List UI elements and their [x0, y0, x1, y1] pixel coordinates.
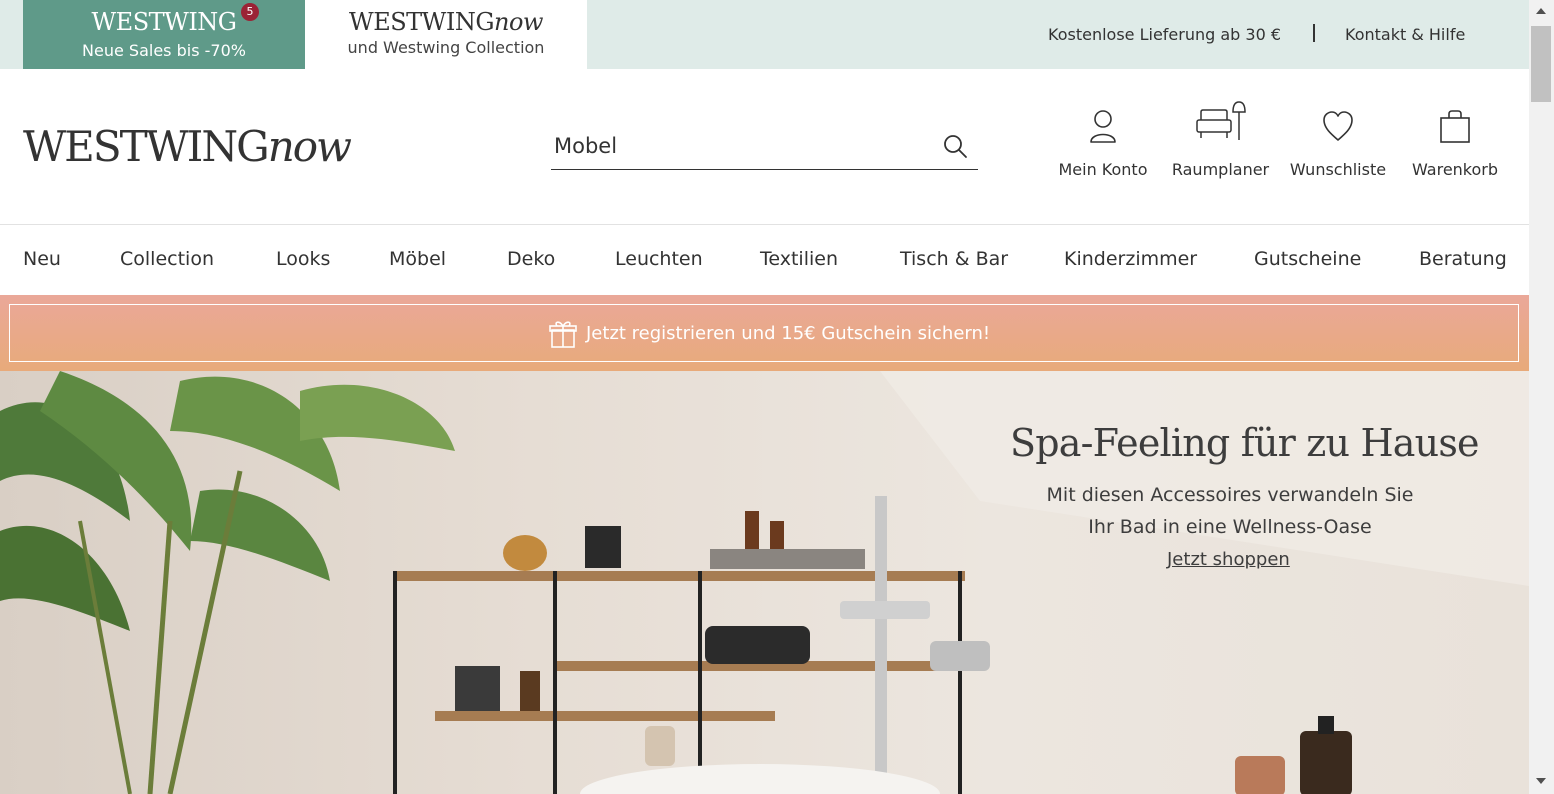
- site-logo[interactable]: WESTWINGnow: [23, 122, 352, 171]
- sales-tab-brand: WESTWING: [91, 8, 237, 36]
- scroll-up-arrow-icon[interactable]: [1536, 8, 1546, 14]
- logo-main: WESTWING: [23, 122, 270, 171]
- now-tab-brand-italic: now: [494, 8, 543, 36]
- nav-item-looks[interactable]: Looks: [276, 248, 330, 270]
- now-tab-brand: WESTWINGnow: [305, 8, 587, 36]
- nav-item-beratung[interactable]: Beratung: [1419, 248, 1507, 270]
- sales-count-badge: 5: [241, 3, 259, 21]
- nav-item-tisch-bar[interactable]: Tisch & Bar: [900, 248, 1008, 270]
- hero-shop-now-link[interactable]: Jetzt shoppen: [1167, 549, 1290, 570]
- sales-tab-subtitle: Neue Sales bis -70%: [82, 41, 246, 60]
- hero-banner[interactable]: Spa-Feeling für zu Hause Mit diesen Acce…: [0, 371, 1529, 794]
- cart-button[interactable]: Warenkorb: [1408, 96, 1502, 186]
- nav-item-deko[interactable]: Deko: [507, 248, 555, 270]
- now-tab-subtitle: und Westwing Collection: [347, 38, 545, 57]
- search-bar: [551, 125, 978, 170]
- user-icon: [1090, 110, 1116, 143]
- nav-divider: [0, 224, 1529, 225]
- cart-label: Warenkorb: [1411, 160, 1499, 179]
- nav-item-kinderzimmer[interactable]: Kinderzimmer: [1064, 248, 1197, 270]
- sales-tab[interactable]: WESTWING 5 Neue Sales bis -70%: [23, 0, 305, 69]
- free-delivery-text: Kostenlose Lieferung ab 30 €: [1048, 25, 1282, 44]
- nav-item-leuchten[interactable]: Leuchten: [615, 248, 703, 270]
- account-button[interactable]: Mein Konto: [1055, 96, 1151, 186]
- hero-subtitle-line-2: Ihr Bad in eine Wellness-Oase: [1088, 516, 1372, 538]
- logo-italic: now: [267, 122, 352, 171]
- heart-icon: [1323, 111, 1353, 141]
- nav-item-moebel[interactable]: Möbel: [389, 248, 446, 270]
- scrollbar-thumb[interactable]: [1531, 26, 1551, 102]
- wishlist-label: Wunschliste: [1289, 160, 1387, 179]
- nav-item-textilien[interactable]: Textilien: [760, 248, 838, 270]
- search-icon[interactable]: [942, 133, 968, 159]
- topbar-divider: [1313, 24, 1315, 42]
- promo-banner-frame: Jetzt registrieren und 15€ Gutschein sic…: [9, 304, 1519, 362]
- scroll-down-arrow-icon[interactable]: [1536, 778, 1546, 784]
- now-tab-brand-main: WESTWING: [349, 8, 494, 36]
- nav-item-gutscheine[interactable]: Gutscheine: [1254, 248, 1361, 270]
- account-label: Mein Konto: [1058, 160, 1148, 179]
- promo-banner[interactable]: Jetzt registrieren und 15€ Gutschein sic…: [0, 295, 1529, 371]
- gift-icon: [549, 321, 577, 348]
- contact-help-link[interactable]: Kontakt & Hilfe: [1345, 25, 1465, 44]
- hero-subtitle: Mit diesen Accessoires verwandeln Sie Ih…: [1030, 479, 1430, 543]
- nav-item-collection[interactable]: Collection: [120, 248, 214, 270]
- hero-title: Spa-Feeling für zu Hause: [1010, 421, 1480, 465]
- room-planner-label: Raumplaner: [1171, 160, 1270, 179]
- wishlist-button[interactable]: Wunschliste: [1289, 96, 1387, 186]
- promo-text: Jetzt registrieren und 15€ Gutschein sic…: [586, 323, 991, 344]
- nav-item-neu[interactable]: Neu: [23, 248, 61, 270]
- room-planner-icon: [1195, 101, 1246, 140]
- top-bar: WESTWING 5 Neue Sales bis -70% WESTWINGn…: [0, 0, 1529, 69]
- westwing-now-tab[interactable]: WESTWINGnow und Westwing Collection: [305, 0, 587, 69]
- shopping-bag-icon: [1440, 110, 1470, 143]
- page-scrollbar[interactable]: [1529, 0, 1554, 794]
- room-planner-button[interactable]: Raumplaner: [1170, 96, 1271, 186]
- search-input[interactable]: [554, 131, 924, 161]
- hero-subtitle-line-1: Mit diesen Accessoires verwandeln Sie: [1046, 484, 1414, 506]
